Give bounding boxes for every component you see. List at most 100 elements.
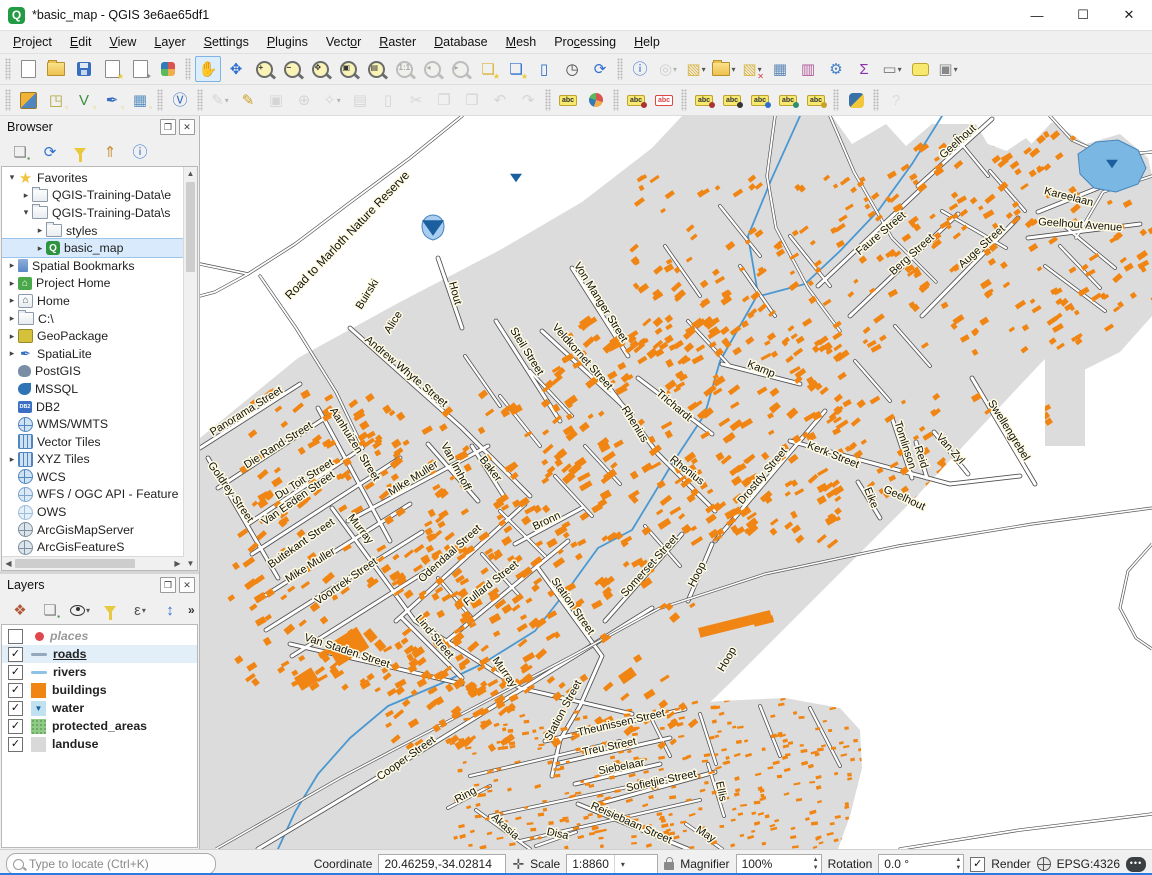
browser-item-home[interactable]: ▸⌂Home (2, 292, 183, 310)
tree-expander-icon[interactable]: ▸ (34, 225, 46, 236)
select-by-form-icon[interactable]: ▾ (711, 56, 737, 82)
zoom-to-selection-icon[interactable]: ▣ (335, 56, 361, 82)
pin-labels-icon[interactable]: abc (623, 87, 649, 113)
python-console-icon[interactable] (843, 87, 869, 113)
pan-to-selection-icon[interactable]: ✥ (223, 56, 249, 82)
expand-collapse-icon[interactable]: ↕ (159, 598, 181, 622)
zoom-full-icon[interactable]: ✥ (307, 56, 333, 82)
pan-map-icon[interactable]: ✋ (195, 56, 221, 82)
layer-row-landuse[interactable]: ✓landuse (2, 735, 197, 753)
browser-item-db2[interactable]: DB2DB2 (2, 398, 183, 416)
maximize-button[interactable]: ☐ (1060, 0, 1106, 30)
close-button[interactable]: ✕ (1106, 0, 1152, 30)
browser-item-postgis[interactable]: PostGIS (2, 363, 183, 381)
add-selected-layers-icon[interactable]: ❏▪ (9, 140, 31, 164)
browser-item-vector-tiles[interactable]: Vector Tiles (2, 433, 183, 451)
show-bookmark-manager-icon[interactable]: ▯ (531, 56, 557, 82)
open-project-icon[interactable] (43, 56, 69, 82)
browser-item-spatialite[interactable]: ▸✒SpatiaLite (2, 345, 183, 363)
open-layer-styling-icon[interactable]: ❖ (9, 598, 31, 622)
menu-project[interactable]: Project (4, 33, 61, 51)
pin-unpin-labels-icon[interactable]: abc (691, 87, 717, 113)
crs-globe-icon[interactable] (1037, 857, 1051, 871)
open-attribute-table-icon[interactable]: ▦ (767, 56, 793, 82)
layer-row-buildings[interactable]: ✓buildings (2, 681, 197, 699)
menu-database[interactable]: Database (425, 33, 497, 51)
browser-item-favorites[interactable]: ▾★Favorites (2, 169, 183, 187)
minimize-button[interactable]: — (1014, 0, 1060, 30)
new-print-layout-icon[interactable]: ★ (99, 56, 125, 82)
zoom-out-icon[interactable]: − (279, 56, 305, 82)
epsg-value[interactable]: EPSG:4326 (1057, 857, 1120, 871)
layer-checkbox-places[interactable] (8, 629, 23, 644)
magnifier-spinbox[interactable]: 100% ▲▼ (736, 854, 822, 874)
browser-properties-icon[interactable]: ⓘ (129, 140, 151, 164)
layer-row-places[interactable]: places (2, 627, 197, 645)
new-shapefile-layer-icon[interactable]: V▫ (71, 87, 97, 113)
browser-close-button[interactable]: ✕ (179, 119, 195, 135)
menu-vector[interactable]: Vector (317, 33, 370, 51)
menu-settings[interactable]: Settings (195, 33, 258, 51)
menu-edit[interactable]: Edit (61, 33, 101, 51)
filter-legend-icon[interactable] (99, 598, 121, 622)
scale-combobox[interactable]: 1:8860 ▾ (566, 854, 658, 874)
toggle-editing-icon[interactable]: ✎ (235, 87, 261, 113)
measure-icon[interactable]: ▭▾ (879, 56, 905, 82)
tree-expander-icon[interactable]: ▸ (6, 260, 18, 271)
filter-by-expression-icon[interactable]: ε▾ (129, 598, 151, 622)
show-layout-manager-icon[interactable]: ✦ (127, 56, 153, 82)
browser-item-qgis-training-data-s[interactable]: ▾QGIS-Training-Data\s (2, 204, 183, 222)
layers-toolbar-overflow[interactable]: » (188, 603, 195, 617)
coordinate-value[interactable]: 20.46259,-34.02814 (378, 854, 506, 874)
rotate-label-icon[interactable]: abc (775, 87, 801, 113)
browser-item-wms-wmts[interactable]: WMS/WMTS (2, 415, 183, 433)
select-features-icon[interactable]: ▧▾ (683, 56, 709, 82)
deselect-features-icon[interactable]: ▧✕▾ (739, 56, 765, 82)
layer-checkbox-buildings[interactable]: ✓ (8, 683, 23, 698)
change-label-icon[interactable]: abc (803, 87, 829, 113)
layer-row-roads[interactable]: ✓roads (2, 645, 197, 663)
extents-toggle-icon[interactable]: ✛ (512, 856, 524, 873)
zoom-in-icon[interactable]: + (251, 56, 277, 82)
zoom-to-layer-icon[interactable]: ▤ (363, 56, 389, 82)
new-virtual-layer-icon[interactable]: Ⓥ (167, 87, 193, 113)
processing-toolbox-icon[interactable]: ⚙ (823, 56, 849, 82)
tree-expander-icon[interactable]: ▸ (34, 243, 46, 254)
menu-view[interactable]: View (100, 33, 145, 51)
layer-checkbox-protected_areas[interactable]: ✓ (8, 719, 23, 734)
browser-item-geopackage[interactable]: ▸GeoPackage (2, 327, 183, 345)
menu-layer[interactable]: Layer (145, 33, 194, 51)
browser-item-xyz-tiles[interactable]: ▸XYZ Tiles (2, 451, 183, 469)
text-annotation-icon[interactable]: ▣▾ (935, 56, 961, 82)
save-project-icon[interactable] (71, 56, 97, 82)
render-checkbox[interactable]: ✓ (970, 857, 985, 872)
scale-dropdown-icon[interactable]: ▾ (614, 855, 631, 873)
menu-help[interactable]: Help (625, 33, 669, 51)
browser-item-mssql[interactable]: MSSQL (2, 380, 183, 398)
layer-checkbox-roads[interactable]: ✓ (8, 647, 23, 662)
show-hide-labels-icon[interactable]: abc (719, 87, 745, 113)
statistics-icon[interactable]: Σ (851, 56, 877, 82)
browser-vertical-scrollbar[interactable]: ▲▼ (183, 167, 197, 570)
layer-row-rivers[interactable]: ✓rivers (2, 663, 197, 681)
map-tips-icon[interactable] (907, 56, 933, 82)
collapse-all-icon[interactable]: ⇑ (99, 140, 121, 164)
menu-mesh[interactable]: Mesh (497, 33, 546, 51)
browser-float-button[interactable]: ❐ (160, 119, 176, 135)
manage-map-themes-icon[interactable]: ▾ (69, 598, 91, 622)
tree-expander-icon[interactable]: ▸ (6, 348, 18, 359)
rotation-spinbox[interactable]: 0.0 ° ▲▼ (878, 854, 964, 874)
new-project-icon[interactable] (15, 56, 41, 82)
map-svg[interactable]: Road to Marloth Nature ReserveBuirskiAli… (200, 116, 1152, 849)
menu-processing[interactable]: Processing (545, 33, 625, 51)
browser-item-project-home[interactable]: ▸⌂Project Home (2, 275, 183, 293)
layer-labeling-icon[interactable]: abc (555, 87, 581, 113)
layer-row-protected_areas[interactable]: ✓protected_areas (2, 717, 197, 735)
browser-item-spatial-bookmarks[interactable]: ▸Spatial Bookmarks (2, 257, 183, 275)
layers-close-button[interactable]: ✕ (179, 577, 195, 593)
refresh-map-icon[interactable]: ⟳ (587, 56, 613, 82)
menu-plugins[interactable]: Plugins (258, 33, 317, 51)
tree-expander-icon[interactable]: ▸ (6, 454, 18, 465)
browser-item-ows[interactable]: OWS (2, 503, 183, 521)
tree-expander-icon[interactable]: ▾ (6, 172, 18, 183)
